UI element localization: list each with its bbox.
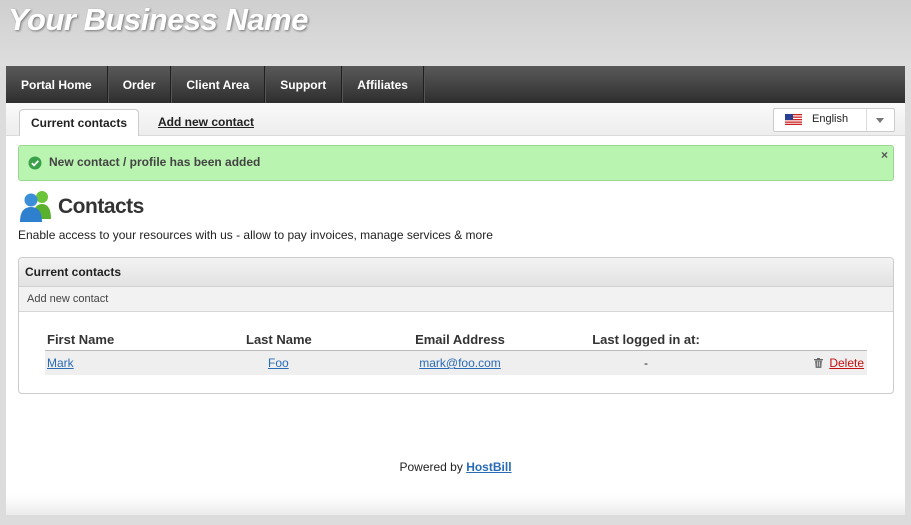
table-row: Mark Foo mark@foo.com - Delete <box>45 350 867 375</box>
column-header-email: Email Address <box>370 328 550 351</box>
chevron-down-icon[interactable] <box>866 109 894 131</box>
nav-client-area[interactable]: Client Area <box>171 66 266 103</box>
bottom-strip <box>6 495 905 515</box>
footer-powered-by: Powered by <box>399 460 463 474</box>
contact-email-link[interactable]: mark@foo.com <box>419 356 501 370</box>
delete-contact-link[interactable]: Delete <box>829 356 864 370</box>
panel-add-contact-link[interactable]: Add new contact <box>19 287 893 312</box>
close-icon[interactable]: × <box>881 148 888 162</box>
contacts-people-icon <box>20 191 51 222</box>
column-header-last-name: Last Name <box>190 328 370 351</box>
column-header-actions <box>742 328 867 351</box>
footer: Powered by HostBill <box>6 460 905 474</box>
brand-logo[interactable]: Your Business Name <box>8 2 308 38</box>
language-select[interactable]: English <box>773 108 895 132</box>
contact-last-name-link[interactable]: Foo <box>268 356 289 370</box>
main-content: Current contacts Add new contact English… <box>6 103 905 515</box>
nav-portal-home[interactable]: Portal Home <box>6 66 108 103</box>
page-title: Contacts <box>58 195 144 218</box>
main-nav: Portal Home Order Client Area Support Af… <box>6 66 905 103</box>
site-header: Your Business Name <box>0 0 911 66</box>
tab-current-contacts[interactable]: Current contacts <box>19 109 140 136</box>
table-header-row: First Name Last Name Email Address Last … <box>45 328 867 351</box>
contacts-table: First Name Last Name Email Address Last … <box>45 328 867 375</box>
nav-support[interactable]: Support <box>265 66 343 103</box>
alert-message: New contact / profile has been added <box>49 155 261 169</box>
contact-last-login: - <box>550 350 742 375</box>
contact-first-name-link[interactable]: Mark <box>47 356 74 370</box>
trash-icon[interactable] <box>814 358 824 368</box>
nav-order[interactable]: Order <box>108 66 172 103</box>
nav-affiliates[interactable]: Affiliates <box>342 66 424 103</box>
column-header-last-logged-in: Last logged in at: <box>550 328 742 351</box>
column-header-first-name: First Name <box>45 328 190 351</box>
language-label: English <box>812 113 849 125</box>
success-alert: New contact / profile has been added × <box>18 145 894 181</box>
contacts-panel: Current contacts Add new contact First N… <box>18 257 894 394</box>
tab-add-new-contact[interactable]: Add new contact <box>158 115 254 129</box>
panel-title: Current contacts <box>19 258 893 287</box>
page-description: Enable access to your resources with us … <box>18 228 493 242</box>
tab-bar: Current contacts Add new contact English <box>6 103 905 136</box>
us-flag-icon <box>785 114 802 125</box>
hostbill-link[interactable]: HostBill <box>466 460 511 474</box>
check-circle-icon <box>28 156 42 170</box>
